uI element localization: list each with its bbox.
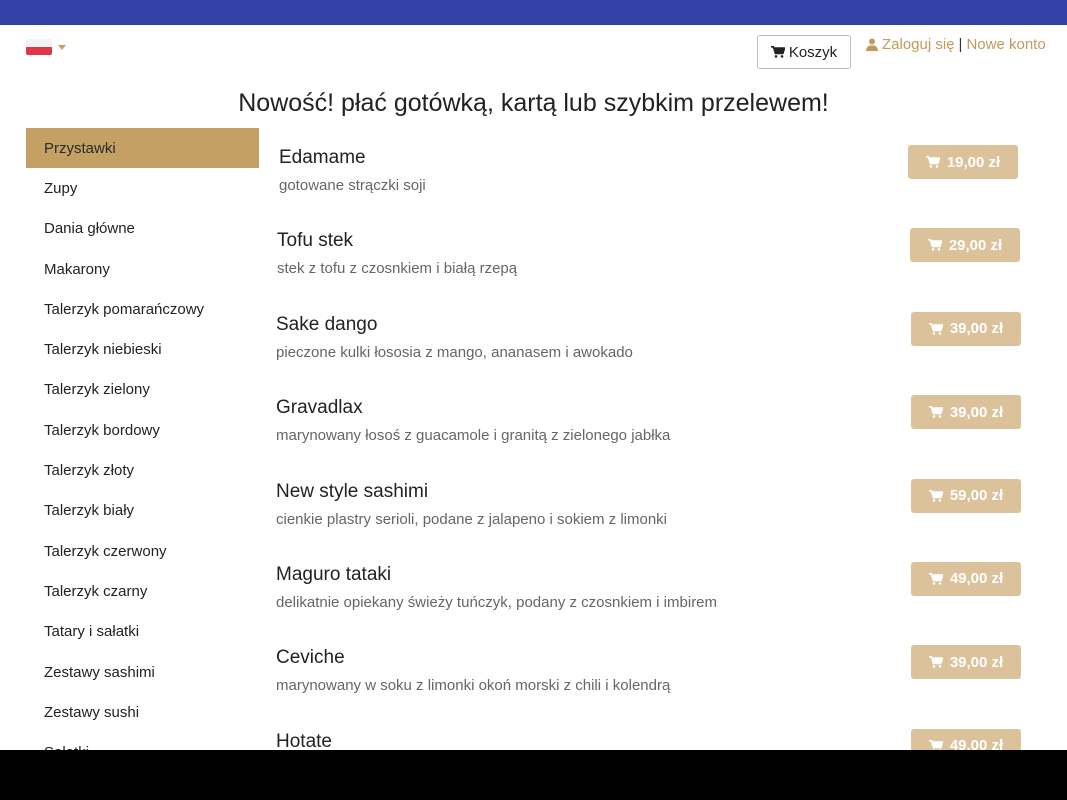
dish-price: 39,00 zł xyxy=(949,403,1004,421)
shopping-cart-icon xyxy=(928,489,943,502)
add-to-cart-button[interactable]: 39,00 zł xyxy=(911,395,1021,430)
poland-flag-icon xyxy=(26,39,52,55)
shopping-cart-icon xyxy=(928,656,943,669)
sidebar-item[interactable]: Talerzyk czarny xyxy=(26,571,259,611)
category-sidebar: Przystawki Zupy Dania główne Makarony Talerz… xyxy=(26,128,259,750)
sidebar-item[interactable]: Zestawy sashimi xyxy=(26,652,259,692)
top-color-bar xyxy=(0,0,1067,25)
add-to-cart-button[interactable]: 49,00 zł xyxy=(911,561,1021,596)
dish-name: Edamame xyxy=(279,147,366,168)
sidebar-item[interactable]: Talerzyk czerwony xyxy=(26,531,259,571)
dish-item: Hotate 49,00 zł xyxy=(276,726,1036,750)
page-viewport: Koszyk Zaloguj się | Nowe konto Nowość! … xyxy=(0,25,1067,750)
dish-item: Maguro tataki delikatnie opiekany świeży … xyxy=(276,559,1036,642)
dish-name: Maguro tataki xyxy=(276,563,392,585)
sidebar-item[interactable]: Zestawy sushi xyxy=(26,692,259,732)
sidebar-item[interactable]: Talerzyk niebieski xyxy=(26,329,259,369)
shopping-cart-icon xyxy=(925,156,940,168)
shopping-cart-icon xyxy=(927,239,942,252)
shopping-cart-icon xyxy=(928,406,943,418)
caret-down-icon xyxy=(58,44,66,50)
promo-headline: Nowość! płać gotówką, kartą lub szybkim … xyxy=(238,89,829,117)
bottom-black-bar xyxy=(0,750,1067,800)
dish-price: 29,00 zł xyxy=(948,236,1003,254)
cart-button-label: Koszyk xyxy=(788,43,838,61)
dish-name: New style sashimi xyxy=(276,480,429,502)
dish-price: 59,00 zł xyxy=(949,487,1004,505)
add-to-cart-button[interactable]: 49,00 zł xyxy=(911,728,1021,750)
dish-list: Edamame gotowane strączki soji 19,00 zł Tof… xyxy=(276,142,1036,750)
dish-name: Ceviche xyxy=(276,647,345,669)
dish-item: New style sashimi cienkie plastry serioli… xyxy=(276,476,1036,559)
sidebar-item[interactable]: Dania główne xyxy=(26,209,259,249)
shopping-cart-icon xyxy=(928,739,943,750)
sidebar-item[interactable]: Talerzyk zielony xyxy=(26,370,259,410)
sidebar-item[interactable]: Talerzyk bordowy xyxy=(26,410,259,450)
sidebar-item[interactable]: Zupy xyxy=(26,168,259,208)
sidebar-item[interactable]: Talerzyk pomarańczowy xyxy=(26,289,259,329)
dish-description: marynowany łosoś z guacamole i granitą z… xyxy=(276,427,671,445)
language-selector[interactable] xyxy=(26,39,66,55)
add-to-cart-button[interactable]: 39,00 zł xyxy=(911,311,1021,346)
dish-item: Edamame gotowane strączki soji 19,00 zł xyxy=(276,142,1036,225)
dish-price: 39,00 zł xyxy=(949,320,1004,338)
dish-description: pieczone kulki łososia z mango, ananasem… xyxy=(276,343,633,361)
dish-name: Gravadlax xyxy=(276,397,363,419)
dish-price: 49,00 zł xyxy=(949,570,1004,588)
sidebar-item[interactable]: Przystawki xyxy=(26,128,259,169)
dish-price: 39,00 zł xyxy=(949,653,1004,671)
dish-name: Hotate xyxy=(276,730,332,750)
auth-separator: | xyxy=(958,36,963,53)
dish-description: delikatnie opiekany świeży tuńczyk, poda… xyxy=(276,593,718,611)
add-to-cart-button[interactable]: 19,00 zł xyxy=(908,145,1018,179)
dish-item: Sake dango pieczone kulki łososia z mango… xyxy=(276,309,1036,392)
add-to-cart-button[interactable]: 59,00 zł xyxy=(911,478,1021,513)
shopping-cart-icon xyxy=(928,322,943,335)
dish-price: 19,00 zł xyxy=(946,153,1001,171)
dish-item: Tofu stek stek z tofu z czosnkiem i białą… xyxy=(276,225,1036,308)
dish-price: 49,00 zł xyxy=(949,737,1004,750)
shopping-cart-icon xyxy=(770,46,785,58)
register-link[interactable]: Nowe konto xyxy=(966,36,1045,53)
dish-name: Tofu stek xyxy=(277,230,354,252)
dish-description: cienkie plastry serioli, podane z jalape… xyxy=(276,510,668,528)
dish-item: Gravadlax marynowany łosoś z guacamole i … xyxy=(276,392,1036,475)
sidebar-item[interactable]: Tatary i sałatki xyxy=(26,612,259,652)
user-icon xyxy=(866,38,878,51)
sidebar-item[interactable]: Talerzyk złoty xyxy=(26,450,259,490)
dish-description: gotowane strączki soji xyxy=(279,177,426,194)
dish-name: Sake dango xyxy=(276,313,378,335)
sidebar-item[interactable]: Talerzyk biały xyxy=(26,491,259,531)
add-to-cart-button[interactable]: 39,00 zł xyxy=(911,645,1021,680)
cart-button[interactable]: Koszyk xyxy=(757,35,851,69)
sidebar-item[interactable]: Makarony xyxy=(26,249,259,289)
sidebar-item[interactable]: Sałatki xyxy=(26,732,259,750)
shopping-cart-icon xyxy=(928,572,943,585)
dish-description: stek z tofu z czosnkiem i białą rzepą xyxy=(277,260,518,278)
dish-item: Ceviche marynowany w soku z limonki okoń … xyxy=(276,642,1036,725)
account-links: Zaloguj się | Nowe konto xyxy=(866,36,1046,53)
add-to-cart-button[interactable]: 29,00 zł xyxy=(910,228,1020,263)
dish-description: marynowany w soku z limonki okoń morski … xyxy=(276,677,671,695)
login-link[interactable]: Zaloguj się xyxy=(882,36,955,53)
